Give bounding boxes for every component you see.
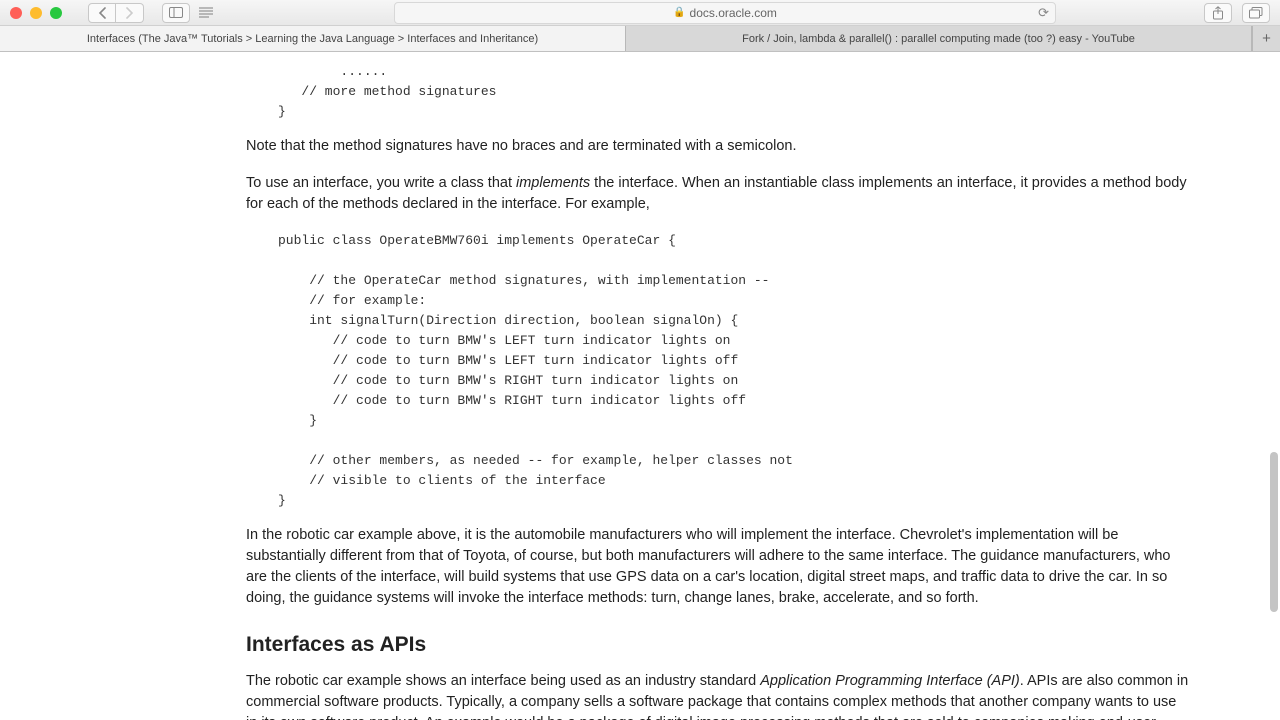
fullscreen-window-button[interactable] (50, 7, 62, 19)
tab-1[interactable]: Interfaces (The Java™ Tutorials > Learni… (0, 26, 626, 51)
sidebar-button[interactable] (162, 3, 190, 23)
code-block-1: ...... // more method signatures } (278, 62, 1190, 122)
reload-button[interactable]: ⟳ (1038, 5, 1049, 21)
toolbar-right (1204, 3, 1270, 23)
scrollbar-thumb[interactable] (1270, 452, 1278, 612)
paragraph-robotic: In the robotic car example above, it is … (246, 525, 1190, 609)
url-host: docs.oracle.com (690, 6, 777, 20)
paragraph-implements: To use an interface, you write a class t… (246, 173, 1190, 215)
paragraph-api: The robotic car example shows an interfa… (246, 671, 1190, 720)
forward-button[interactable] (116, 3, 144, 23)
window-titlebar: 🔒 docs.oracle.com ⟳ (0, 0, 1280, 26)
tabs-button[interactable] (1242, 3, 1270, 23)
page-content[interactable]: ...... // more method signatures } Note … (0, 52, 1280, 720)
nav-buttons (88, 3, 144, 23)
back-button[interactable] (88, 3, 116, 23)
new-tab-button[interactable]: + (1252, 26, 1280, 51)
traffic-lights (10, 7, 62, 19)
tab-2[interactable]: Fork / Join, lambda & parallel() : paral… (626, 26, 1252, 51)
minimize-window-button[interactable] (30, 7, 42, 19)
code-block-2: public class OperateBMW760i implements O… (278, 231, 1190, 511)
share-button[interactable] (1204, 3, 1232, 23)
reader-button[interactable] (198, 3, 214, 23)
close-window-button[interactable] (10, 7, 22, 19)
tab-bar: Interfaces (The Java™ Tutorials > Learni… (0, 26, 1280, 52)
heading-interfaces-as-apis: Interfaces as APIs (246, 633, 1190, 657)
address-bar[interactable]: 🔒 docs.oracle.com ⟳ (394, 2, 1056, 24)
lock-icon: 🔒 (673, 7, 685, 18)
paragraph-note: Note that the method signatures have no … (246, 136, 1190, 157)
